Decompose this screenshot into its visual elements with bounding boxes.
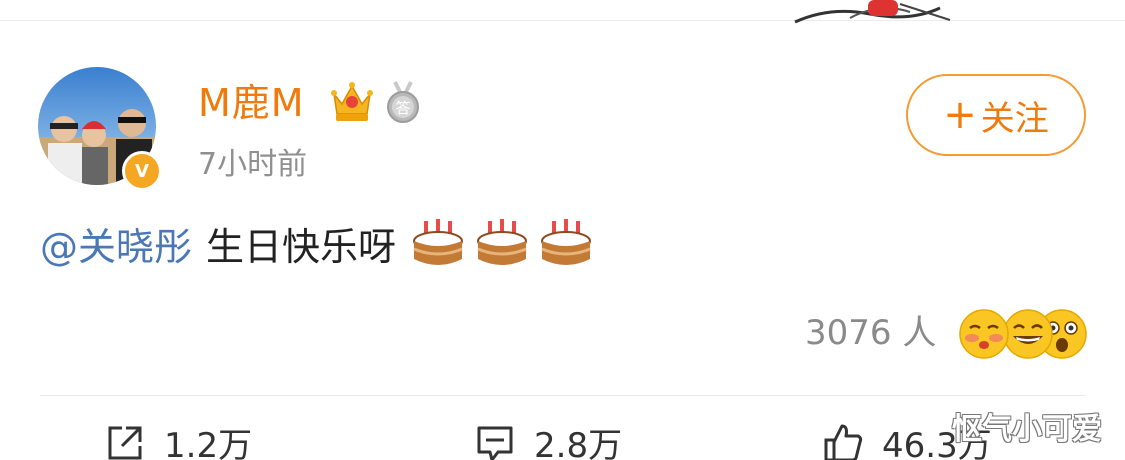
post-content: @关晓彤 生日快乐呀 [40,215,594,271]
follow-button[interactable]: + 关注 [906,74,1086,156]
repost-button[interactable]: 1.2万 [104,418,252,460]
reaction-emojis[interactable] [958,308,1088,360]
comment-icon [477,426,513,460]
thumbs-up-icon [824,424,863,460]
post-timestamp: 7小时前 [198,147,308,182]
crown-icon [331,82,373,121]
post-text: 生日快乐呀 [206,224,397,269]
actions-divider [40,395,1085,396]
comment-count: 2.8万 [534,426,623,460]
svg-text:答: 答 [395,99,410,117]
watermark: 怄气小可爱 [952,412,1102,447]
reaction-count[interactable]: 3076 人 [805,310,936,356]
medal-icon: 答 [387,81,419,123]
repost-count: 1.2万 [164,426,253,460]
verified-badge-icon: V [122,151,162,191]
cake-icon [477,219,528,265]
repost-icon [108,426,142,459]
cake-icon [541,219,592,265]
mention-link[interactable]: @关晓彤 [40,216,192,271]
comment-button[interactable]: 2.8万 [474,418,622,460]
plus-icon: + [943,92,977,138]
author-name[interactable]: M鹿M [198,80,305,126]
blush-kiss-emoji [959,309,1009,359]
svg-text:V: V [135,161,149,182]
follow-label: 关注 [980,98,1049,139]
cake-icon [413,219,464,265]
author-avatar[interactable]: V [38,67,162,191]
header-image-fragment [794,0,951,24]
